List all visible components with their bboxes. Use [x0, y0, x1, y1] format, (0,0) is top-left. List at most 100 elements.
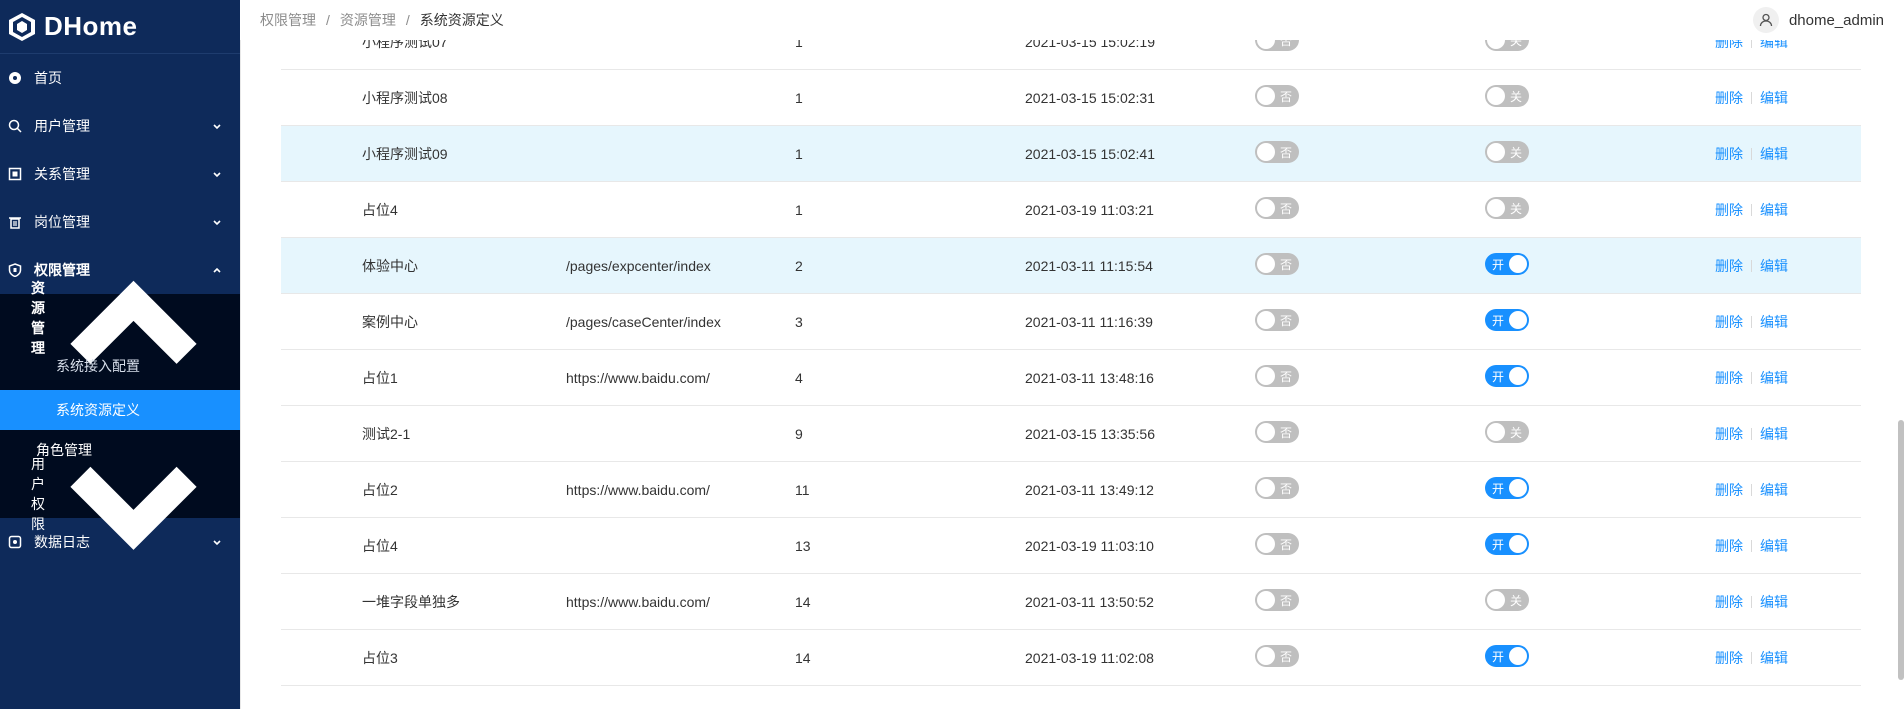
- cell-show: 开: [1485, 533, 1715, 558]
- edit-button[interactable]: 编辑: [1760, 592, 1788, 612]
- show-switch[interactable]: 开: [1485, 645, 1529, 667]
- sidebar-item-user-permission[interactable]: 用户权限: [0, 456, 240, 550]
- show-switch[interactable]: 关: [1485, 85, 1529, 107]
- hidden-switch[interactable]: 否: [1255, 589, 1299, 611]
- delete-button[interactable]: 删除: [1715, 536, 1743, 556]
- edit-button[interactable]: 编辑: [1760, 88, 1788, 108]
- table-row[interactable]: 小程序测试07 1 2021-03-15 15:02:19 否 关 删除 编辑: [281, 40, 1861, 70]
- edit-button[interactable]: 编辑: [1760, 480, 1788, 500]
- breadcrumb-item[interactable]: 权限管理: [260, 10, 316, 30]
- chevron-up-icon: [70, 280, 197, 364]
- show-switch[interactable]: 开: [1485, 477, 1529, 499]
- sidebar-item-2[interactable]: 关系管理: [0, 150, 240, 198]
- edit-button[interactable]: 编辑: [1760, 256, 1788, 276]
- table-row[interactable]: 占位2 https://www.baidu.com/ 11 2021-03-11…: [281, 462, 1861, 518]
- sidebar-item-1[interactable]: 用户管理: [0, 102, 240, 150]
- switch-knob: [1487, 591, 1505, 609]
- logo[interactable]: DHome: [0, 0, 240, 54]
- switch-knob: [1257, 199, 1275, 217]
- show-switch[interactable]: 关: [1485, 589, 1529, 611]
- table-row[interactable]: 小程序测试08 1 2021-03-15 15:02:31 否 关 删除 编辑: [281, 70, 1861, 126]
- show-switch[interactable]: 关: [1485, 421, 1529, 443]
- switch-knob: [1509, 311, 1527, 329]
- switch-knob: [1509, 367, 1527, 385]
- delete-button[interactable]: 删除: [1715, 424, 1743, 444]
- scrollbar[interactable]: [1898, 420, 1904, 680]
- hidden-switch[interactable]: 否: [1255, 365, 1299, 387]
- main-content: 小程序测试07 1 2021-03-15 15:02:19 否 关 删除 编辑 …: [240, 40, 1904, 709]
- show-switch[interactable]: 关: [1485, 197, 1529, 219]
- delete-button[interactable]: 删除: [1715, 480, 1743, 500]
- shield-icon: [8, 263, 22, 277]
- table-row[interactable]: 案例中心 /pages/caseCenter/index 3 2021-03-1…: [281, 294, 1861, 350]
- sidebar-item-0[interactable]: 首页: [0, 54, 240, 102]
- edit-button[interactable]: 编辑: [1760, 312, 1788, 332]
- table-row[interactable]: 占位4 13 2021-03-19 11:03:10 否 开 删除 编辑: [281, 518, 1861, 574]
- edit-button[interactable]: 编辑: [1760, 200, 1788, 220]
- op-divider: [1751, 315, 1752, 328]
- cell-show: 开: [1485, 645, 1715, 670]
- table-row[interactable]: 测试2-1 9 2021-03-15 13:35:56 否 关 删除 编辑: [281, 406, 1861, 462]
- hidden-switch[interactable]: 否: [1255, 141, 1299, 163]
- table-row[interactable]: 小程序测试09 1 2021-03-15 15:02:41 否 关 删除 编辑: [281, 126, 1861, 182]
- show-switch[interactable]: 关: [1485, 40, 1529, 51]
- user-menu[interactable]: dhome_admin: [1752, 7, 1884, 33]
- switch-text: 关: [1509, 145, 1522, 160]
- delete-button[interactable]: 删除: [1715, 592, 1743, 612]
- cell-name: 小程序测试07: [362, 40, 448, 50]
- delete-button[interactable]: 删除: [1715, 200, 1743, 220]
- resource-table: 小程序测试07 1 2021-03-15 15:02:19 否 关 删除 编辑 …: [281, 40, 1861, 686]
- hidden-switch[interactable]: 否: [1255, 421, 1299, 443]
- hidden-switch[interactable]: 否: [1255, 40, 1299, 51]
- delete-button[interactable]: 删除: [1715, 144, 1743, 164]
- switch-knob: [1257, 647, 1275, 665]
- edit-button[interactable]: 编辑: [1760, 144, 1788, 164]
- hidden-switch[interactable]: 否: [1255, 197, 1299, 219]
- table-row[interactable]: 占位1 https://www.baidu.com/ 4 2021-03-11 …: [281, 350, 1861, 406]
- edit-button[interactable]: 编辑: [1760, 536, 1788, 556]
- table-row[interactable]: 体验中心 /pages/expcenter/index 2 2021-03-11…: [281, 238, 1861, 294]
- hidden-switch[interactable]: 否: [1255, 85, 1299, 107]
- delete-button[interactable]: 删除: [1715, 40, 1743, 52]
- edit-button[interactable]: 编辑: [1760, 368, 1788, 388]
- show-switch[interactable]: 关: [1485, 141, 1529, 163]
- op-divider: [1751, 40, 1752, 48]
- cell-ops: 删除 编辑: [1715, 312, 1861, 332]
- switch-text: 关: [1509, 89, 1522, 104]
- delete-button[interactable]: 删除: [1715, 368, 1743, 388]
- switch-knob: [1487, 199, 1505, 217]
- cell-show: 关: [1485, 197, 1715, 222]
- hidden-switch[interactable]: 否: [1255, 645, 1299, 667]
- delete-button[interactable]: 删除: [1715, 648, 1743, 668]
- switch-knob: [1257, 40, 1275, 49]
- delete-button[interactable]: 删除: [1715, 256, 1743, 276]
- sidebar-item-resource[interactable]: 资源管理: [0, 280, 240, 364]
- hidden-switch[interactable]: 否: [1255, 533, 1299, 555]
- delete-button[interactable]: 删除: [1715, 88, 1743, 108]
- avatar[interactable]: [1752, 7, 1779, 33]
- edit-button[interactable]: 编辑: [1760, 424, 1788, 444]
- show-switch[interactable]: 开: [1485, 365, 1529, 387]
- hidden-switch[interactable]: 否: [1255, 253, 1299, 275]
- op-divider: [1751, 651, 1752, 664]
- table-row[interactable]: 占位4 1 2021-03-19 11:03:21 否 关 删除 编辑: [281, 182, 1861, 238]
- table-row[interactable]: 一堆字段单独多 https://www.baidu.com/ 14 2021-0…: [281, 574, 1861, 630]
- cell-hidden: 否: [1255, 141, 1485, 166]
- delete-button[interactable]: 删除: [1715, 312, 1743, 332]
- cell-time: 2021-03-15 15:02:31: [1025, 89, 1155, 106]
- show-switch[interactable]: 开: [1485, 533, 1529, 555]
- cell-hidden: 否: [1255, 365, 1485, 390]
- hidden-switch[interactable]: 否: [1255, 309, 1299, 331]
- show-switch[interactable]: 开: [1485, 309, 1529, 331]
- cell-time: 2021-03-15 15:02:41: [1025, 145, 1155, 162]
- edit-button[interactable]: 编辑: [1760, 40, 1788, 52]
- cell-sort: 11: [795, 481, 810, 498]
- hidden-switch[interactable]: 否: [1255, 477, 1299, 499]
- table-row[interactable]: 占位3 14 2021-03-19 11:02:08 否 开 删除 编辑: [281, 630, 1861, 686]
- edit-button[interactable]: 编辑: [1760, 648, 1788, 668]
- breadcrumb-item[interactable]: 资源管理: [340, 10, 396, 30]
- cell-hidden: 否: [1255, 85, 1485, 110]
- switch-text: 开: [1492, 257, 1505, 272]
- op-divider: [1751, 91, 1752, 104]
- show-switch[interactable]: 开: [1485, 253, 1529, 275]
